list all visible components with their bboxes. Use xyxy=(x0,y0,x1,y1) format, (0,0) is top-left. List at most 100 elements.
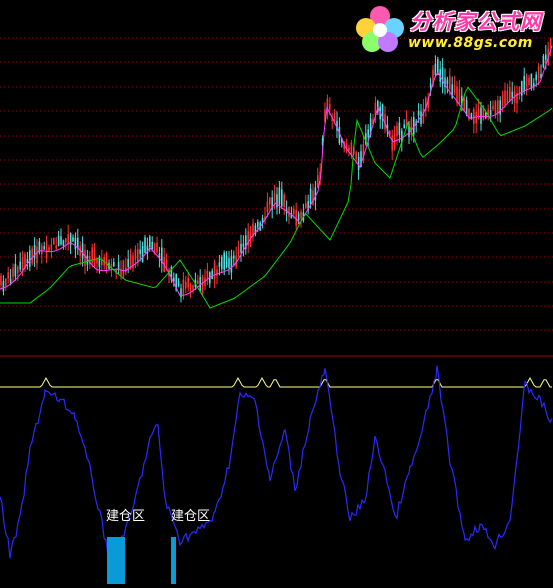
candle-body xyxy=(489,110,492,116)
candle-body xyxy=(283,194,285,208)
oscillator-line xyxy=(0,365,553,562)
buy-zone-label: 建仓区 xyxy=(171,509,211,524)
buy-zone-bar xyxy=(171,537,176,584)
candle-body xyxy=(309,188,312,205)
candle-body xyxy=(237,248,240,254)
candle-body xyxy=(422,108,425,123)
price-chart-svg xyxy=(0,37,553,584)
candle-body xyxy=(223,252,225,270)
candle-body xyxy=(542,55,545,67)
candle-body xyxy=(473,109,475,125)
candle-body xyxy=(434,63,437,75)
candle-body xyxy=(187,278,189,288)
candle-body xyxy=(305,203,307,209)
candle-body xyxy=(50,244,53,250)
candle-body xyxy=(475,111,477,124)
candle-body xyxy=(53,237,55,245)
flower-logo-icon xyxy=(356,6,404,52)
candle-body xyxy=(480,107,482,124)
candle-body xyxy=(350,142,353,155)
candle-body xyxy=(357,156,360,171)
candle-body xyxy=(55,245,57,249)
candle-body xyxy=(218,262,221,267)
candle-body xyxy=(62,240,65,246)
indicator-ceiling-line xyxy=(0,376,552,388)
candle-body xyxy=(5,278,7,286)
candle-body xyxy=(144,237,146,253)
candle-body xyxy=(72,237,74,242)
candle-body xyxy=(355,152,357,160)
candle-body xyxy=(221,256,223,269)
candle-body xyxy=(84,250,86,267)
candle-body xyxy=(81,243,84,259)
candle-body xyxy=(105,253,108,269)
candle-body xyxy=(242,243,245,247)
candle-body xyxy=(12,267,14,277)
candle-body xyxy=(396,125,398,137)
candle-body xyxy=(41,245,43,255)
candle-body xyxy=(113,262,115,267)
candle-body xyxy=(269,197,271,205)
candle-body xyxy=(509,86,511,101)
candle-body xyxy=(228,258,230,269)
candle-body xyxy=(225,255,228,268)
candle-body xyxy=(523,76,525,92)
candle-body xyxy=(525,75,528,90)
candle-body xyxy=(137,249,139,263)
candle-body xyxy=(139,249,141,254)
candle-body xyxy=(60,236,62,245)
logo-site-name: 分析家公式网 xyxy=(410,10,542,34)
candle-body xyxy=(297,213,300,221)
candle-body xyxy=(499,100,501,115)
candle-body xyxy=(314,187,317,201)
candle-body xyxy=(266,201,269,212)
candle-body xyxy=(329,104,331,110)
candle-body xyxy=(453,85,456,94)
candle-body xyxy=(504,90,506,105)
candle-body xyxy=(535,74,537,81)
buy-zone-bar xyxy=(107,537,125,584)
candle-body xyxy=(494,101,497,115)
candle-body xyxy=(141,245,144,262)
candle-body xyxy=(429,83,432,88)
candle-body xyxy=(506,90,509,103)
candle-body xyxy=(521,81,523,96)
candle-body xyxy=(465,99,468,115)
candle-body xyxy=(192,285,194,290)
candle-body xyxy=(36,246,38,264)
site-logo: 分析家公式网 www.88gs.com xyxy=(352,2,550,54)
candle-body xyxy=(7,272,9,279)
candle-body xyxy=(518,87,521,93)
candle-body xyxy=(211,270,213,280)
buy-zone-label: 建仓区 xyxy=(106,509,146,524)
candle-body xyxy=(185,281,187,289)
candle-body xyxy=(57,235,60,246)
candle-body xyxy=(293,208,295,215)
candle-body xyxy=(398,122,401,135)
candle-body xyxy=(122,260,125,277)
candle-body xyxy=(74,237,77,250)
candle-body xyxy=(2,281,5,292)
candle-body xyxy=(477,108,480,116)
candle-body xyxy=(367,129,369,138)
candle-body xyxy=(501,95,504,106)
candle-body xyxy=(14,263,17,277)
candle-body xyxy=(417,110,420,116)
candle-body xyxy=(182,279,185,295)
logo-site-url: www.88gs.com xyxy=(408,35,533,51)
candle-body xyxy=(276,194,278,208)
candle-body xyxy=(528,77,530,86)
candle-body xyxy=(43,246,45,250)
stock-chart-window: 分析家公式网 www.88gs.com 建仓区 建仓区 xyxy=(0,0,553,584)
candle-body xyxy=(117,262,120,270)
candle-body xyxy=(149,236,151,248)
candle-body xyxy=(165,259,168,267)
buy-zone-signal-bars xyxy=(107,537,176,584)
candle-body xyxy=(206,270,209,280)
candle-body xyxy=(317,175,319,188)
candle-body xyxy=(156,242,158,253)
candle-body xyxy=(403,124,405,129)
candle-body xyxy=(19,261,21,270)
candle-body xyxy=(151,241,153,250)
candle-body xyxy=(93,249,96,267)
